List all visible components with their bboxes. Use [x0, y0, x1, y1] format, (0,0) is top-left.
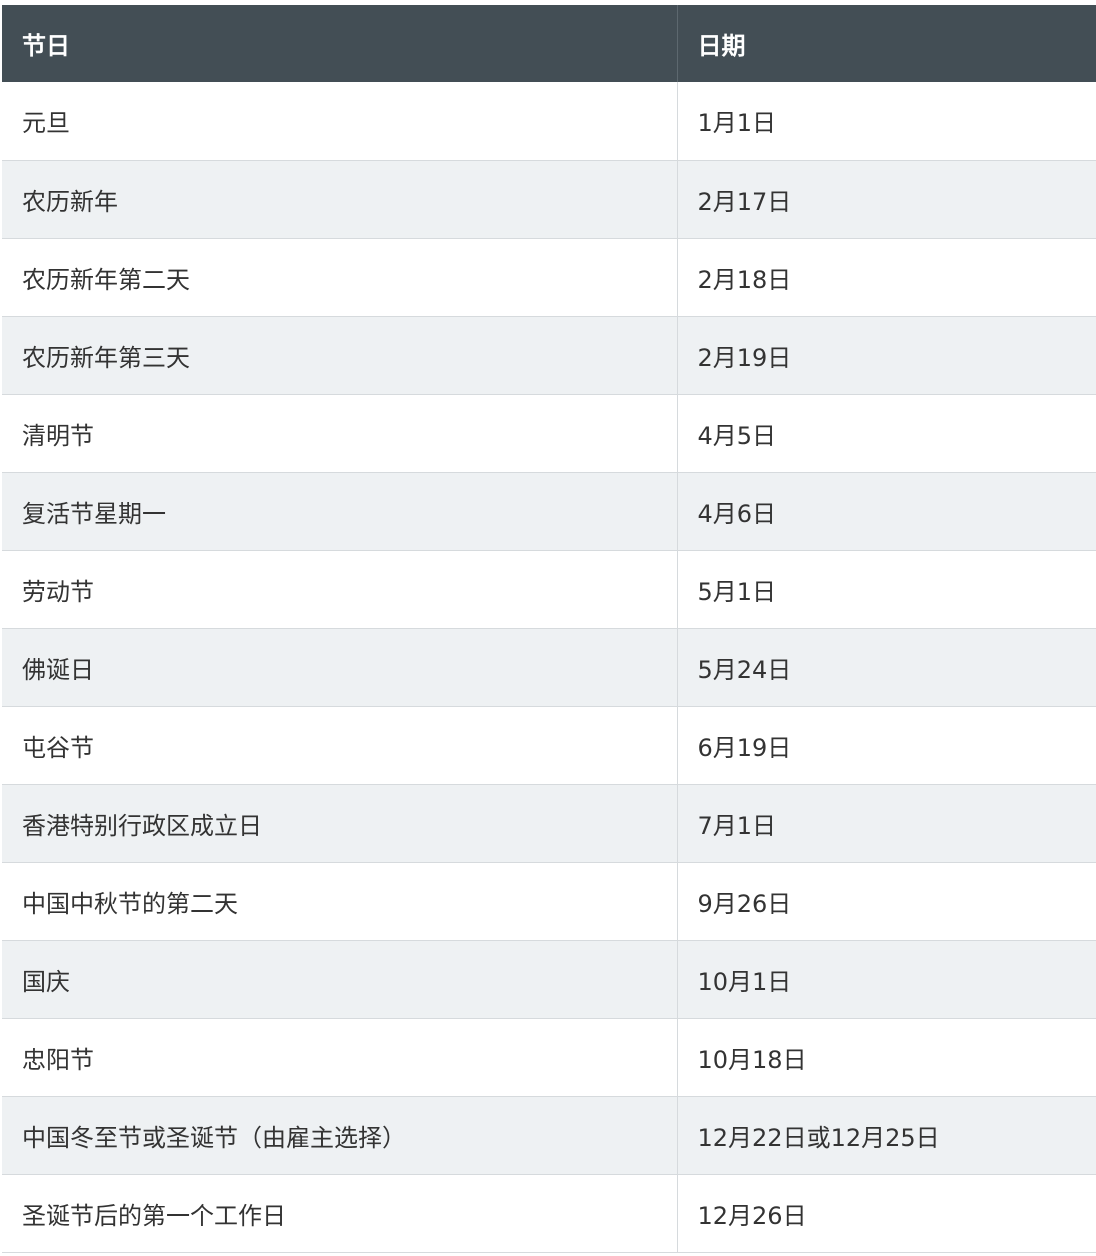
column-header-holiday: 节日 — [2, 5, 678, 82]
holiday-cell: 元旦 — [2, 82, 678, 161]
holiday-cell: 圣诞节后的第一个工作日 — [2, 1174, 678, 1253]
table-row: 国庆 10月1日 — [2, 940, 1096, 1019]
table-row: 忠阳节 10月18日 — [2, 1018, 1096, 1097]
holiday-cell: 农历新年第三天 — [2, 316, 678, 395]
date-cell: 4月6日 — [677, 472, 1096, 551]
date-cell: 9月26日 — [677, 862, 1096, 941]
table-row: 屯谷节 6月19日 — [2, 706, 1096, 785]
date-cell: 12月22日或12月25日 — [677, 1096, 1096, 1175]
holiday-table: 节日 日期 元旦 1月1日 农历新年 2月17日 农历新年第二天 2月18日 农… — [2, 5, 1096, 1253]
table-row: 农历新年第三天 2月19日 — [2, 316, 1096, 395]
header-row: 节日 日期 — [2, 5, 1096, 82]
date-cell: 10月18日 — [677, 1018, 1096, 1097]
date-cell: 5月1日 — [677, 550, 1096, 629]
holiday-cell: 清明节 — [2, 394, 678, 473]
holiday-cell: 中国冬至节或圣诞节（由雇主选择） — [2, 1096, 678, 1175]
holiday-cell: 屯谷节 — [2, 706, 678, 785]
holiday-cell: 忠阳节 — [2, 1018, 678, 1097]
table-row: 元旦 1月1日 — [2, 82, 1096, 161]
table-row: 农历新年 2月17日 — [2, 160, 1096, 239]
date-cell: 2月18日 — [677, 238, 1096, 317]
holiday-cell: 农历新年 — [2, 160, 678, 239]
date-cell: 12月26日 — [677, 1174, 1096, 1253]
date-cell: 1月1日 — [677, 82, 1096, 161]
table-row: 中国冬至节或圣诞节（由雇主选择） 12月22日或12月25日 — [2, 1096, 1096, 1175]
table-row: 中国中秋节的第二天 9月26日 — [2, 862, 1096, 941]
column-header-date: 日期 — [677, 5, 1096, 82]
holiday-cell: 香港特别行政区成立日 — [2, 784, 678, 863]
table-row: 圣诞节后的第一个工作日 12月26日 — [2, 1174, 1096, 1253]
holiday-table-container: 节日 日期 元旦 1月1日 农历新年 2月17日 农历新年第二天 2月18日 农… — [2, 5, 1096, 1253]
holiday-cell: 佛诞日 — [2, 628, 678, 707]
table-row: 香港特别行政区成立日 7月1日 — [2, 784, 1096, 863]
holiday-cell: 复活节星期一 — [2, 472, 678, 551]
date-cell: 4月5日 — [677, 394, 1096, 473]
holiday-cell: 国庆 — [2, 940, 678, 1019]
table-row: 劳动节 5月1日 — [2, 550, 1096, 629]
table-body: 元旦 1月1日 农历新年 2月17日 农历新年第二天 2月18日 农历新年第三天… — [2, 82, 1096, 1253]
table-header: 节日 日期 — [2, 5, 1096, 82]
holiday-cell: 中国中秋节的第二天 — [2, 862, 678, 941]
date-cell: 6月19日 — [677, 706, 1096, 785]
holiday-cell: 劳动节 — [2, 550, 678, 629]
date-cell: 7月1日 — [677, 784, 1096, 863]
date-cell: 10月1日 — [677, 940, 1096, 1019]
date-cell: 2月19日 — [677, 316, 1096, 395]
table-row: 佛诞日 5月24日 — [2, 628, 1096, 707]
table-row: 清明节 4月5日 — [2, 394, 1096, 473]
table-row: 农历新年第二天 2月18日 — [2, 238, 1096, 317]
holiday-cell: 农历新年第二天 — [2, 238, 678, 317]
date-cell: 2月17日 — [677, 160, 1096, 239]
table-row: 复活节星期一 4月6日 — [2, 472, 1096, 551]
date-cell: 5月24日 — [677, 628, 1096, 707]
